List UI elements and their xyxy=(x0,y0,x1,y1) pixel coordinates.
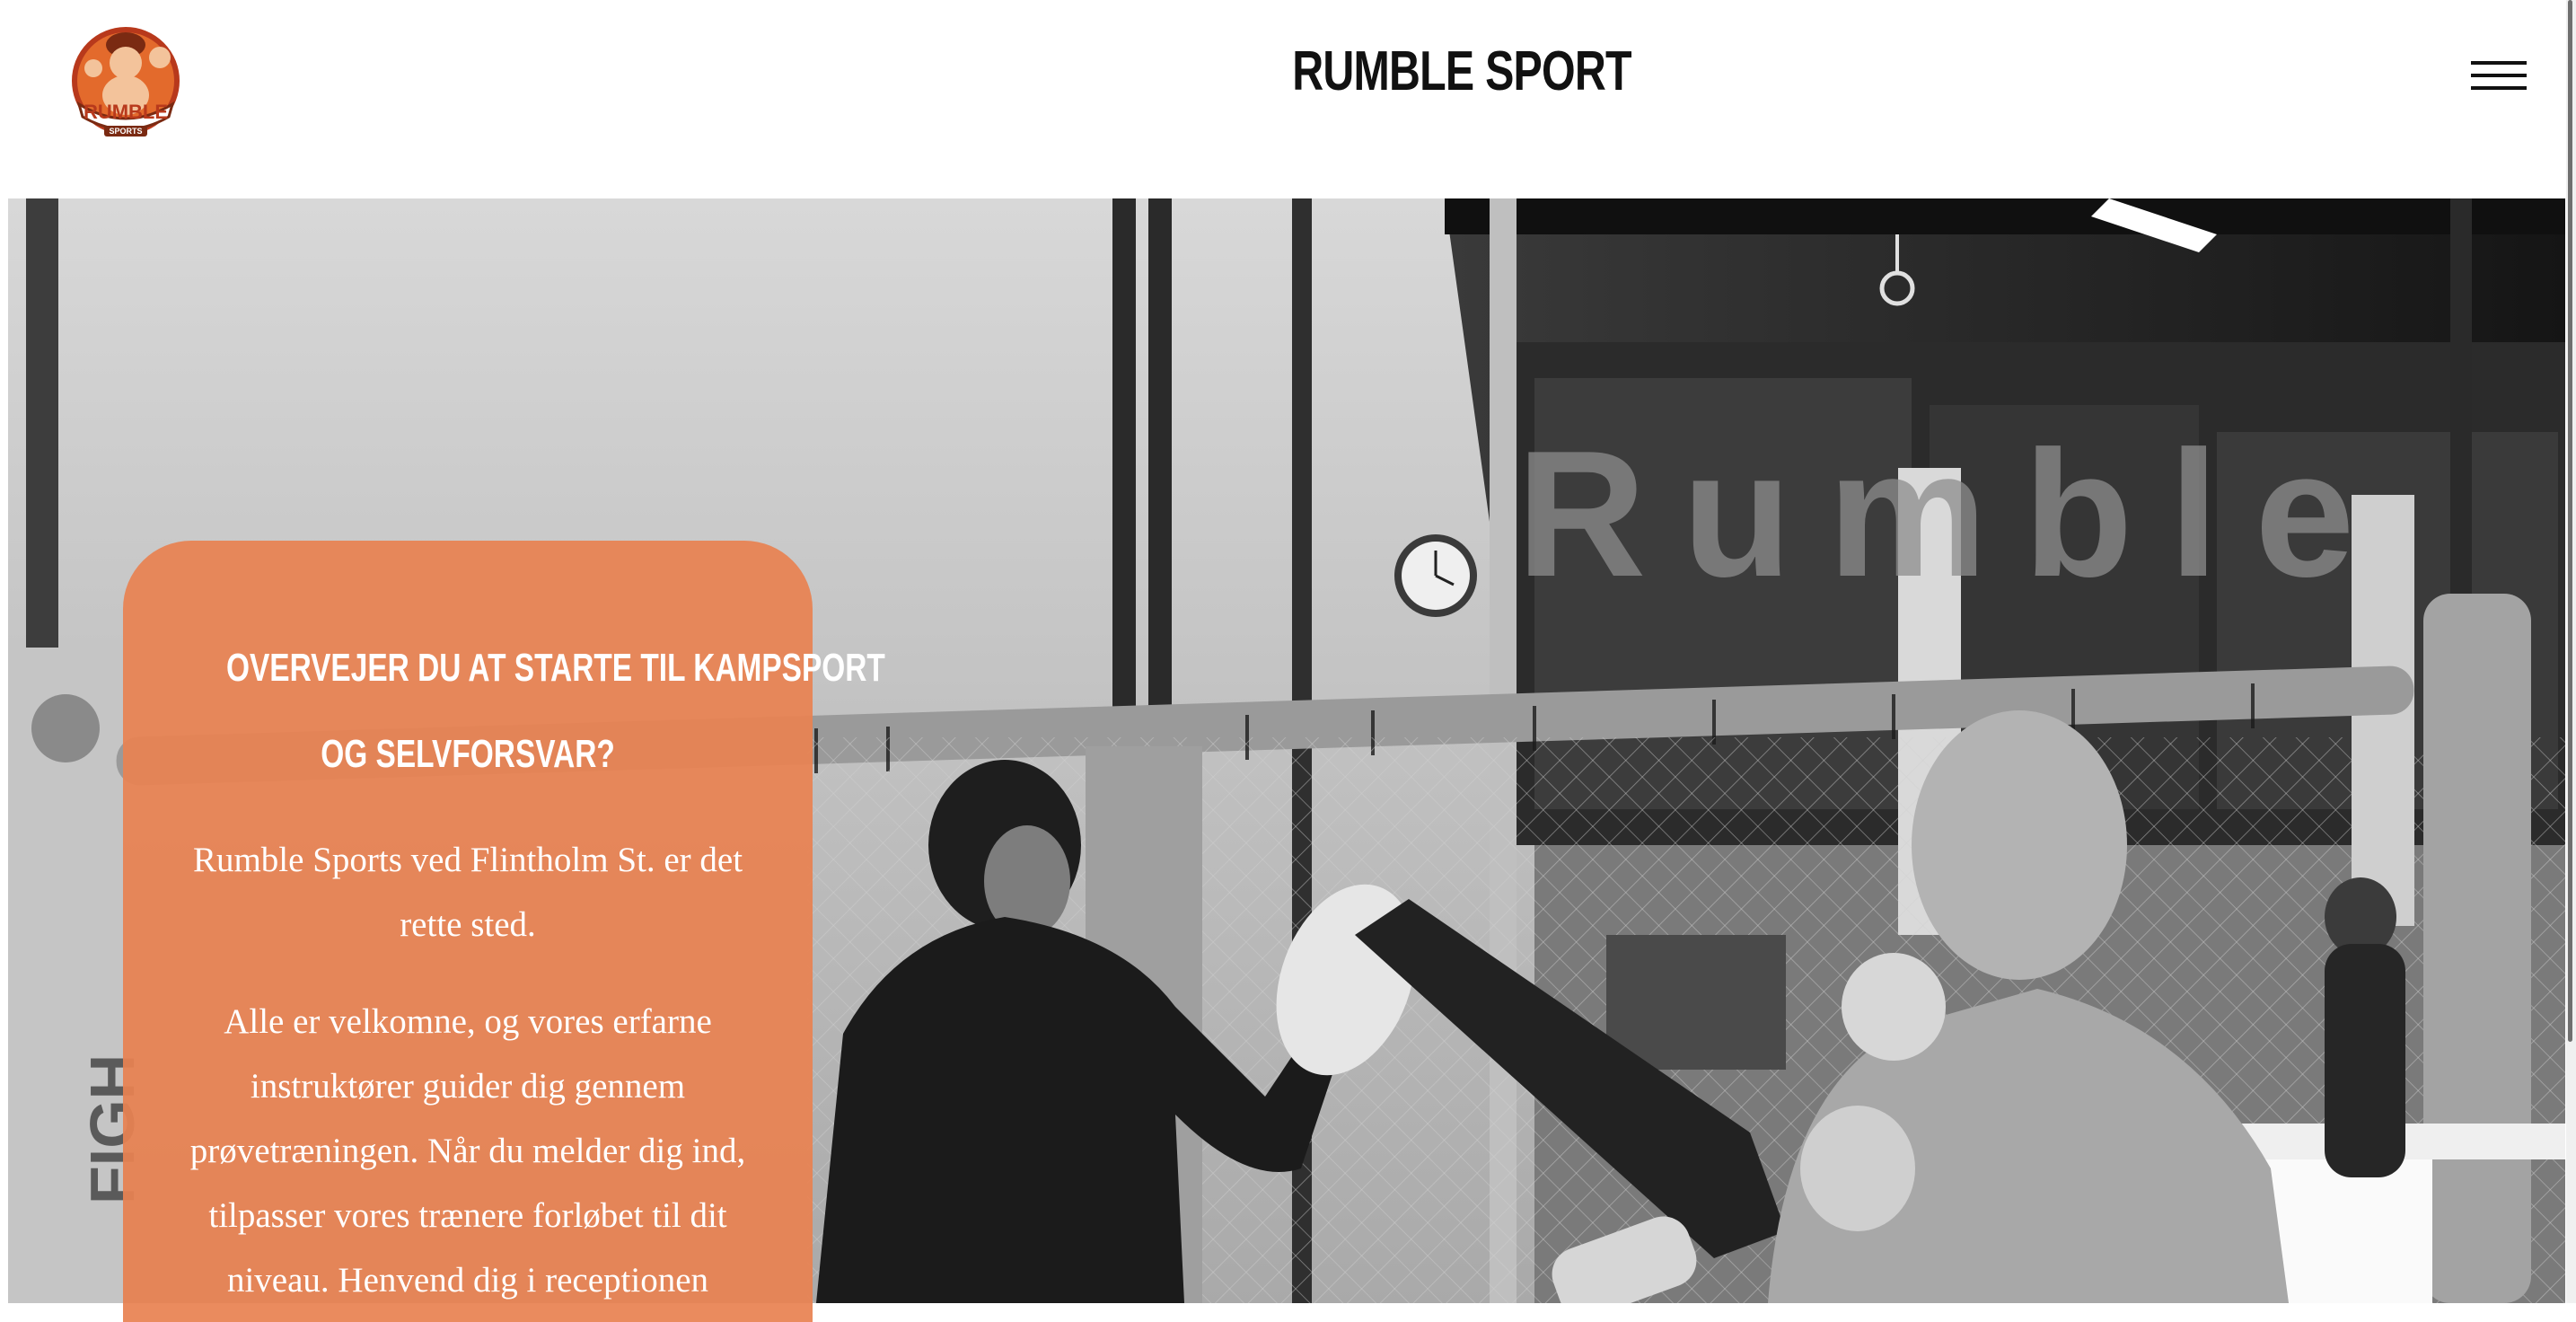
promo-card: OVERVEJER DU AT STARTE TIL KAMPSPORT OG … xyxy=(123,541,885,1322)
promo-heading-line-2: OG SELVFORSVAR? xyxy=(321,732,615,776)
scrollbar-thumb[interactable] xyxy=(2568,0,2572,1042)
svg-text:Rumble: Rumble xyxy=(1517,414,2390,614)
rumble-sports-logo[interactable]: RUMBLE SPORTS xyxy=(63,16,189,142)
site-header: RUMBLE SPORTS RUMBLE SPORT xyxy=(0,0,2576,198)
promo-paragraph-1: Rumble Sports ved Flintholm St. er det r… xyxy=(192,841,743,944)
svg-text:RUMBLE: RUMBLE xyxy=(84,101,168,123)
promo-heading-line-1: OVERVEJER DU AT STARTE TIL KAMPSPORT xyxy=(225,646,885,690)
hamburger-menu-icon[interactable] xyxy=(2471,57,2528,93)
page-scrollbar[interactable] xyxy=(2566,0,2576,1303)
promo-paragraph-2: Alle er velkomne, og vores erfarne instr… xyxy=(189,1002,746,1300)
promo-heading: OVERVEJER DU AT STARTE TIL KAMPSPORT OG … xyxy=(225,625,885,798)
site-title[interactable]: RUMBLE SPORT xyxy=(321,40,2576,103)
svg-text:SPORTS: SPORTS xyxy=(109,127,142,136)
